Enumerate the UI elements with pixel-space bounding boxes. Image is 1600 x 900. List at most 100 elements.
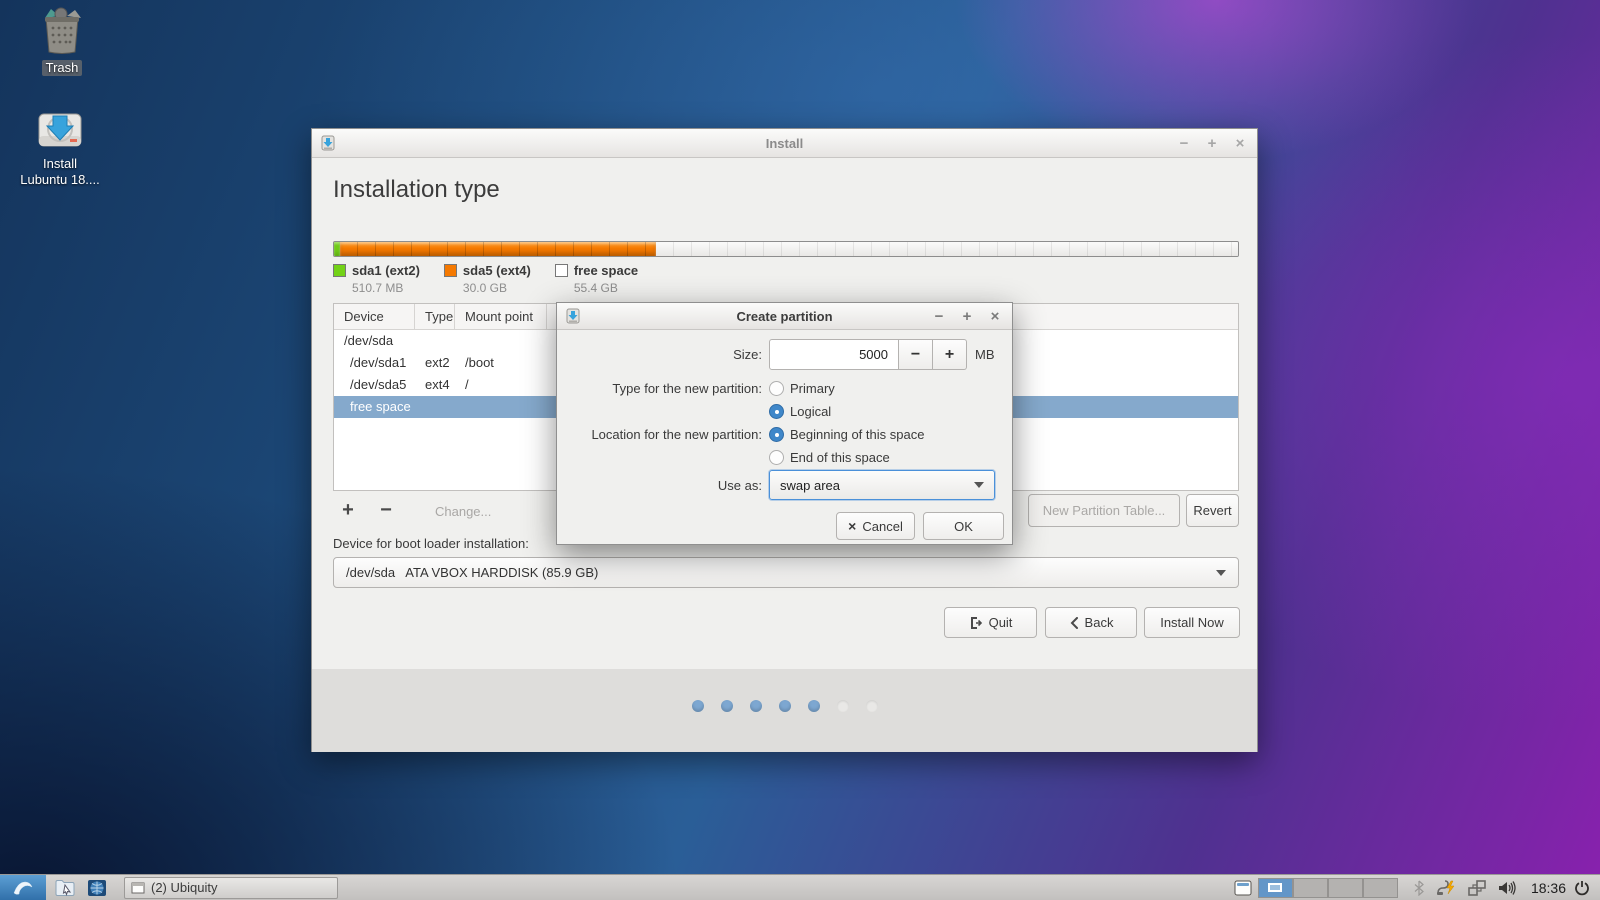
show-desktop-button[interactable] [1230, 877, 1256, 899]
radio-primary-label[interactable]: Primary [790, 381, 835, 396]
close-icon[interactable]: × [1231, 135, 1249, 152]
cell-device: /dev/sda [334, 330, 415, 352]
radio-logical-label[interactable]: Logical [790, 404, 831, 419]
quit-button[interactable]: Quit [944, 607, 1037, 638]
cell-device: free space [334, 396, 415, 418]
legend-swatch-sda5 [444, 264, 457, 277]
bootloader-select[interactable]: /dev/sda ATA VBOX HARDDISK (85.9 GB) [333, 557, 1239, 588]
desktop-icon-trash[interactable]: Trash [16, 6, 108, 76]
cell-type [415, 330, 455, 352]
clock[interactable]: 18:36 [1531, 880, 1566, 896]
partition-segment-sda5 [340, 242, 656, 256]
legend-label: sda5 (ext4) [463, 263, 531, 278]
size-decrement-button[interactable]: − [899, 339, 933, 370]
use-as-select[interactable]: swap area [769, 470, 995, 500]
use-as-label: Use as: [557, 478, 769, 493]
location-row: Location for the new partition: Beginnin… [557, 427, 924, 442]
workspace-3[interactable] [1328, 878, 1363, 898]
cell-device: /dev/sda1 [334, 352, 415, 374]
legend-label: free space [574, 263, 638, 278]
radio-end-label[interactable]: End of this space [790, 450, 890, 465]
cell-mount [455, 330, 547, 352]
size-input[interactable]: 5000 [769, 339, 899, 370]
dialog-titlebar[interactable]: Create partition − + × [557, 303, 1012, 330]
column-header-device[interactable]: Device [334, 304, 415, 329]
volume-icon[interactable] [1498, 880, 1517, 896]
install-now-label: Install Now [1160, 615, 1224, 630]
install-disk-icon [35, 102, 85, 152]
system-tray [1414, 879, 1517, 896]
radio-end[interactable] [769, 450, 784, 465]
network-icon[interactable] [1468, 880, 1486, 896]
workspace-pager[interactable] [1258, 878, 1398, 898]
use-as-row: Use as: swap area [557, 470, 995, 500]
ok-label: OK [954, 519, 973, 534]
radio-primary[interactable] [769, 381, 784, 396]
minimize-icon[interactable]: − [930, 308, 948, 325]
cell-type [415, 396, 455, 418]
desktop-icon-install[interactable]: Install Lubuntu 18.... [14, 102, 106, 188]
radio-logical[interactable] [769, 404, 784, 419]
progress-dot [837, 700, 849, 712]
column-header-type[interactable]: Type [415, 304, 455, 329]
power-manager-icon[interactable] [1436, 879, 1456, 896]
bluetooth-icon[interactable] [1414, 880, 1424, 896]
bootloader-label: Device for boot loader installation: [333, 536, 529, 551]
file-manager-launcher[interactable] [52, 877, 78, 899]
chevron-down-icon [974, 482, 984, 488]
partition-segment-free [656, 242, 1238, 256]
cell-mount [455, 396, 547, 418]
workspace-2[interactable] [1293, 878, 1328, 898]
back-button[interactable]: Back [1045, 607, 1137, 638]
desktop-icon-label: Trash [42, 60, 83, 76]
radio-beginning-label[interactable]: Beginning of this space [790, 427, 924, 442]
size-increment-button[interactable]: + [933, 339, 967, 370]
column-header-mount[interactable]: Mount point [455, 304, 547, 329]
cell-mount: /boot [455, 352, 547, 374]
radio-beginning[interactable] [769, 427, 784, 442]
size-row: Size: 5000 − + MB [557, 339, 995, 370]
close-icon[interactable]: × [986, 308, 1004, 325]
cancel-button[interactable]: × Cancel [836, 512, 915, 540]
maximize-icon[interactable]: + [1203, 135, 1221, 152]
new-partition-table-button[interactable]: New Partition Table... [1028, 494, 1180, 527]
legend-swatch-free [555, 264, 568, 277]
type-label: Type for the new partition: [557, 381, 769, 396]
create-partition-dialog: Create partition − + × Size: 5000 − + MB… [556, 302, 1013, 545]
shutdown-button[interactable] [1574, 880, 1590, 896]
maximize-icon[interactable]: + [958, 308, 976, 325]
change-button[interactable]: Change... [435, 504, 491, 519]
install-now-button[interactable]: Install Now [1144, 607, 1240, 638]
desktop-icon [1234, 880, 1252, 896]
progress-dot [779, 700, 791, 712]
legend-item: sda1 (ext2) 510.7 MB [333, 263, 420, 295]
legend-size: 55.4 GB [574, 281, 638, 295]
remove-partition-button[interactable]: − [371, 497, 401, 525]
install-window-titlebar[interactable]: Install − + × [312, 129, 1257, 158]
progress-dot [808, 700, 820, 712]
legend-label: sda1 (ext2) [352, 263, 420, 278]
revert-button[interactable]: Revert [1186, 494, 1239, 527]
taskbar-window-button[interactable]: (2) Ubiquity [124, 877, 338, 899]
web-browser-launcher[interactable] [84, 877, 110, 899]
trash-icon [37, 6, 87, 56]
start-menu-button[interactable] [0, 875, 46, 900]
progress-dot [721, 700, 733, 712]
workspace-4[interactable] [1363, 878, 1398, 898]
window-title: Install [312, 136, 1257, 151]
cell-type: ext4 [415, 374, 455, 396]
desktop-icon-label: Lubuntu 18.... [14, 172, 106, 188]
minimize-icon[interactable]: − [1175, 135, 1193, 152]
location-label: Location for the new partition: [557, 427, 769, 442]
workspace-1[interactable] [1258, 878, 1293, 898]
lubuntu-logo-icon [12, 878, 34, 898]
ok-button[interactable]: OK [923, 512, 1004, 540]
legend-item: free space 55.4 GB [555, 263, 638, 295]
chevron-down-icon [1216, 570, 1226, 576]
globe-icon [87, 879, 107, 897]
add-partition-button[interactable]: + [333, 497, 363, 525]
taskbar-window-label: (2) Ubiquity [151, 880, 217, 895]
type-row: Type for the new partition: Primary [557, 381, 835, 396]
cancel-x-icon: × [848, 518, 856, 534]
bootloader-value: /dev/sda ATA VBOX HARDDISK (85.9 GB) [346, 565, 598, 580]
